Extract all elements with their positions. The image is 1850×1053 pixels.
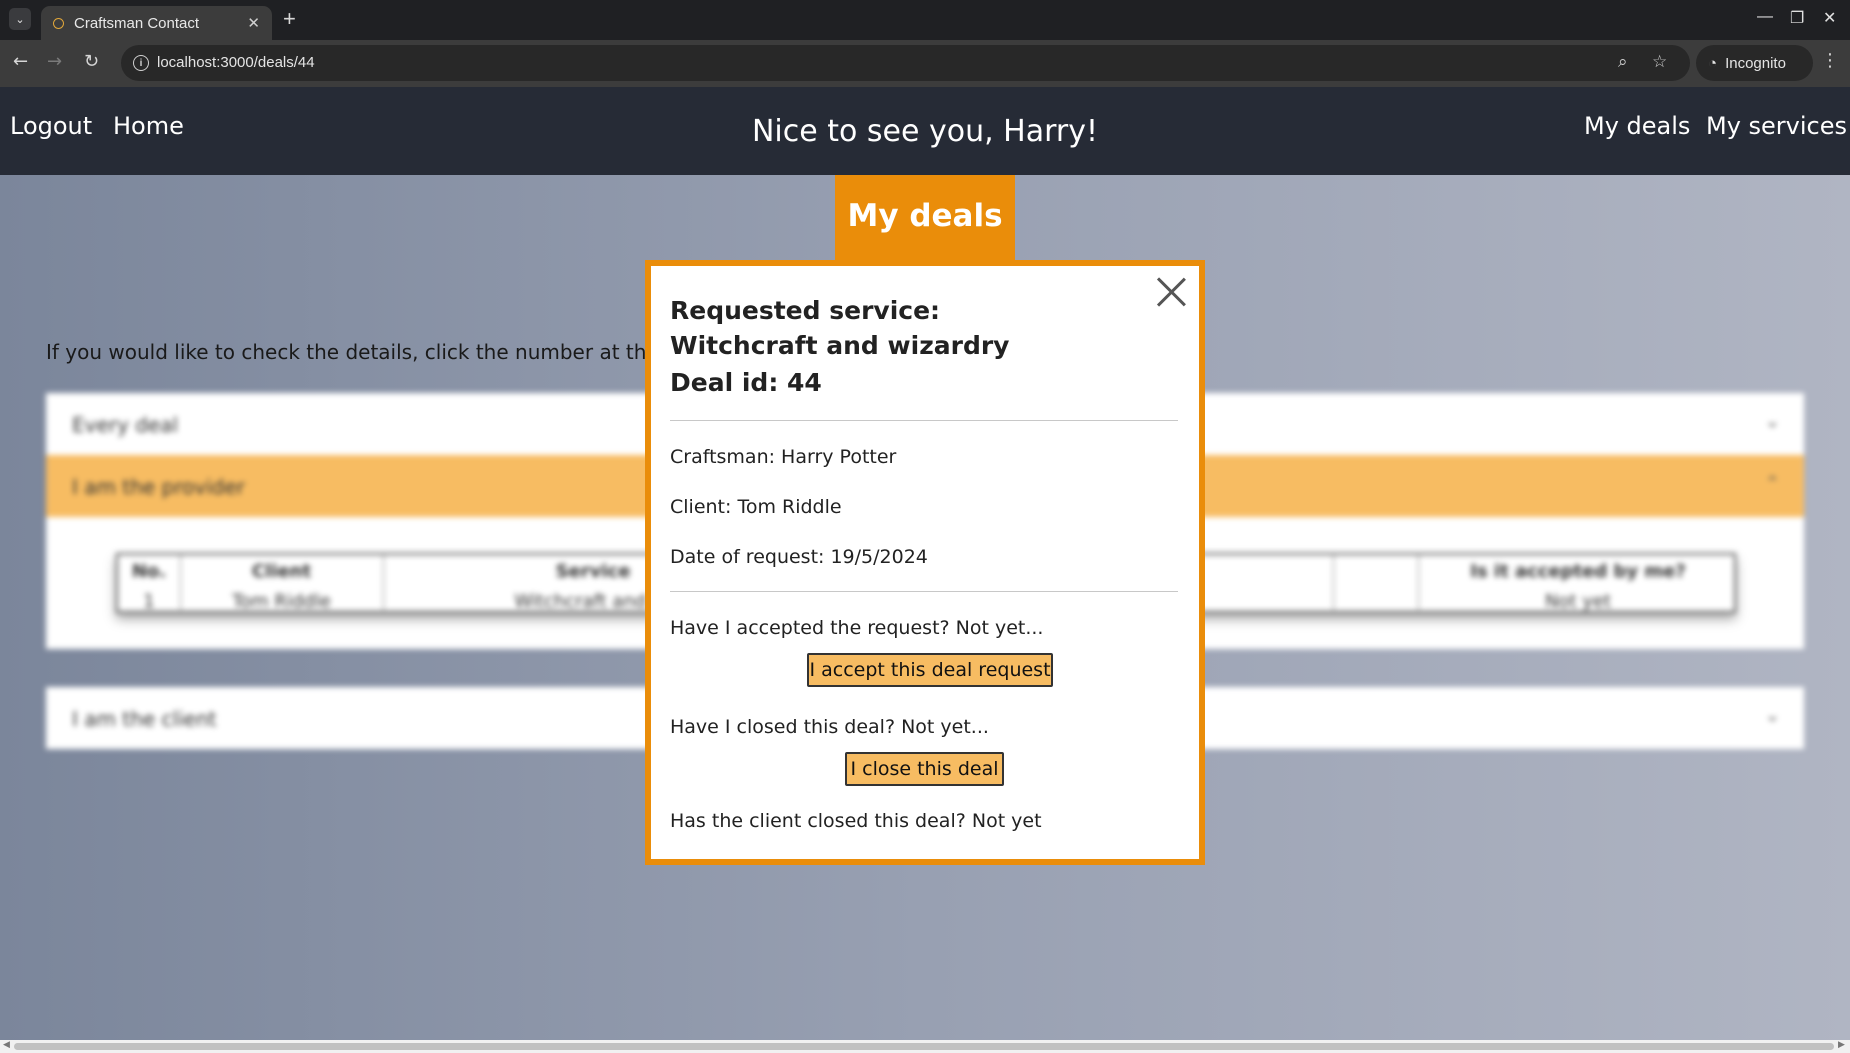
incognito-label: Incognito	[1725, 54, 1786, 72]
minimize-icon[interactable]: —	[1757, 8, 1773, 26]
deal-details-modal: Requested service: Witchcraft and wizard…	[645, 260, 1205, 865]
table-header: Client	[251, 561, 312, 582]
accepted-status-text: Have I accepted the request? Not yet...	[670, 617, 1044, 639]
tab-title: Craftsman Contact	[74, 14, 200, 32]
reload-icon[interactable]: ↻	[84, 51, 99, 72]
browser-tab[interactable]: Craftsman Contact ✕	[41, 6, 272, 40]
site-info-icon[interactable]: i	[133, 55, 149, 71]
chevron-down-icon: ⌄	[1764, 705, 1780, 726]
forward-icon[interactable]: →	[47, 51, 62, 72]
closed-status-text: Have I closed this deal? Not yet...	[670, 716, 989, 738]
modal-heading-service-name: Witchcraft and wizardry	[670, 331, 1010, 360]
my-deals-link[interactable]: My deals	[1584, 112, 1690, 140]
bookmark-star-icon[interactable]: ☆	[1652, 52, 1667, 72]
incognito-indicator[interactable]: ◔ Incognito	[1696, 45, 1813, 81]
incognito-icon: ◔	[1708, 54, 1718, 72]
scrollbar-thumb[interactable]	[14, 1043, 1834, 1050]
url-text[interactable]: localhost:3000/deals/44	[157, 54, 315, 71]
chevron-down-icon: ⌄	[1764, 411, 1780, 432]
accordion-label: I am the provider	[72, 475, 245, 499]
back-icon[interactable]: ←	[13, 51, 28, 72]
table-header: Is it accepted by me?	[1470, 561, 1686, 582]
page-favicon-icon	[53, 17, 64, 29]
restore-icon[interactable]: ❐	[1790, 8, 1804, 28]
tab-close-icon[interactable]: ✕	[247, 14, 260, 32]
chevron-up-icon: ⌃	[1764, 473, 1780, 494]
accordion-label: Every deal	[72, 413, 179, 437]
scroll-left-icon[interactable]: ◀	[3, 1040, 10, 1050]
page-title: My deals	[835, 175, 1015, 262]
horizontal-scrollbar[interactable]: ◀ ▶	[0, 1040, 1850, 1053]
modal-heading-deal-id: Deal id: 44	[670, 368, 822, 397]
table-header: No.	[131, 561, 167, 582]
instructions-text: If you would like to check the details, …	[46, 340, 717, 364]
table-cell: Not yet	[1544, 591, 1612, 612]
scroll-right-icon[interactable]: ▶	[1838, 1040, 1845, 1050]
modal-heading-service-label: Requested service:	[670, 296, 941, 325]
client-text: Client: Tom Riddle	[670, 496, 842, 518]
browser-menu-icon[interactable]: ⋮	[1821, 50, 1839, 71]
accept-deal-button[interactable]: I accept this deal request	[807, 653, 1053, 687]
page-viewport: Logout Home Nice to see you, Harry! My d…	[0, 87, 1850, 1040]
app-header: Logout Home Nice to see you, Harry! My d…	[0, 87, 1850, 175]
zoom-icon[interactable]: ⌕	[1618, 52, 1628, 72]
client-closed-status-text: Has the client closed this deal? Not yet	[670, 810, 1042, 832]
browser-tab-bar: ⌄ Craftsman Contact ✕ + — ❐ ✕	[0, 0, 1850, 40]
my-services-link[interactable]: My services	[1706, 112, 1847, 140]
request-date-text: Date of request: 19/5/2024	[670, 546, 928, 568]
tab-search-icon[interactable]: ⌄	[9, 8, 31, 30]
new-tab-icon[interactable]: +	[283, 6, 296, 32]
table-cell[interactable]: 1	[118, 591, 180, 612]
accordion-label: I am the client	[72, 707, 217, 731]
table-cell: Tom Riddle	[232, 591, 331, 612]
divider	[670, 420, 1178, 421]
window-close-icon[interactable]: ✕	[1823, 8, 1836, 28]
craftsman-text: Craftsman: Harry Potter	[670, 446, 897, 468]
close-icon[interactable]	[1155, 276, 1187, 308]
close-deal-button[interactable]: I close this deal	[845, 752, 1004, 786]
greeting-text: Nice to see you, Harry!	[751, 114, 1099, 149]
browser-toolbar: ← → ↻ i localhost:3000/deals/44 ⌕ ☆ ◔ In…	[0, 40, 1850, 87]
divider	[670, 591, 1178, 592]
address-bar[interactable]: i localhost:3000/deals/44 ⌕ ☆	[121, 45, 1690, 81]
